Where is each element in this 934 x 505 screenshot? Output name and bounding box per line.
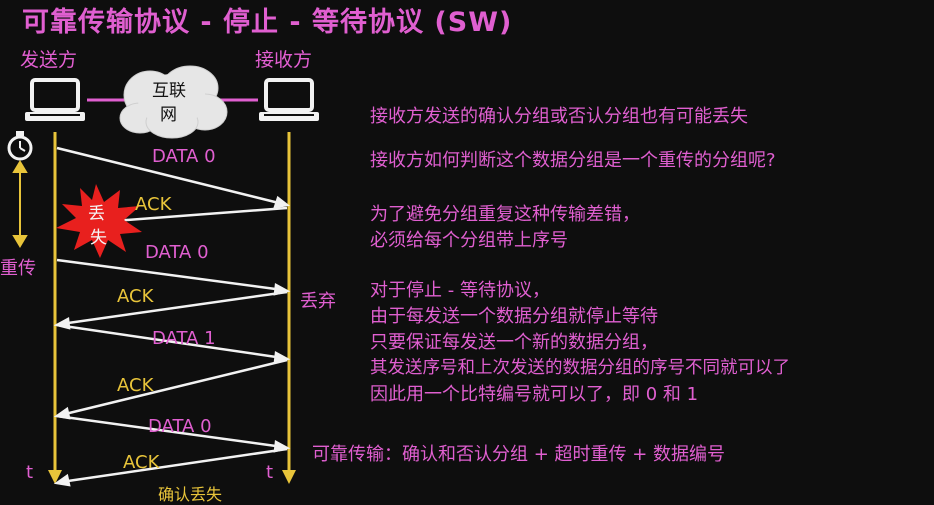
message-label-ack-lost: ACK [135, 194, 172, 215]
receiver-time-label: t [266, 462, 274, 483]
receiver-timeline [282, 132, 296, 484]
receiver-label: 接收方 [255, 49, 313, 71]
discard-label: 丢弃 [300, 291, 336, 312]
message-label-ack-final: ACK [123, 452, 160, 473]
message-label-data0-retransmit: DATA 0 [145, 242, 209, 263]
network-label-line2: 网 [160, 105, 177, 125]
note-avoid-duplicate: 为了避免分组重复这种传输差错， [370, 204, 640, 225]
retransmit-label: 重传 [0, 258, 36, 279]
message-label-data0-first: DATA 0 [152, 146, 216, 167]
message-label-ack-0: ACK [117, 286, 154, 307]
message-arrow-ack-1 [53, 358, 288, 420]
confirm-loss-label: 确认丢失 [158, 485, 223, 504]
note-one-bit: 因此用一个比特编号就可以了，即 0 和 1 [370, 384, 699, 405]
note-sw-protocol: 对于停止 - 等待协议， [370, 280, 550, 301]
message-arrow-data0-retransmit [56, 258, 291, 296]
sender-timeline [48, 132, 62, 484]
message-label-data0-second: DATA 0 [148, 416, 212, 437]
timer-icon [7, 131, 33, 161]
loss-label-line1: 丢 [88, 204, 105, 224]
message-arrow-ack-final [53, 447, 288, 487]
sender-time-label: t [26, 462, 34, 483]
receiver-computer-icon [259, 78, 319, 121]
note-ack-loss: 接收方发送的确认分组或否认分组也有可能丢失 [370, 106, 748, 127]
network-label-line1: 互联 [152, 81, 186, 101]
message-label-ack-1: ACK [117, 375, 154, 396]
loss-label-line2: 失 [90, 228, 107, 248]
note-stop-wait: 由于每发送一个数据分组就停止等待 [370, 306, 658, 327]
note-sequence-number: 必须给每个分组带上序号 [370, 230, 568, 251]
note-detect-retransmit: 接收方如何判断这个数据分组是一个重传的分组呢? [370, 150, 776, 171]
timeout-interval-arrow [12, 160, 28, 248]
note-new-packet: 只要保证每发送一个新的数据分组， [370, 332, 658, 353]
message-arrow-ack-0 [53, 290, 288, 330]
sender-computer-icon [25, 78, 85, 121]
note-reliable-transfer-summary: 可靠传输：确认和否认分组 + 超时重传 + 数据编号 [312, 444, 726, 465]
note-different-sequence: 其发送序号和上次发送的数据分组的序号不同就可以了 [370, 358, 790, 378]
sender-label: 发送方 [20, 49, 78, 71]
message-label-data1: DATA 1 [152, 328, 216, 349]
page-title: 可靠传输协议 - 停止 - 等待协议 (SW) [22, 7, 513, 38]
